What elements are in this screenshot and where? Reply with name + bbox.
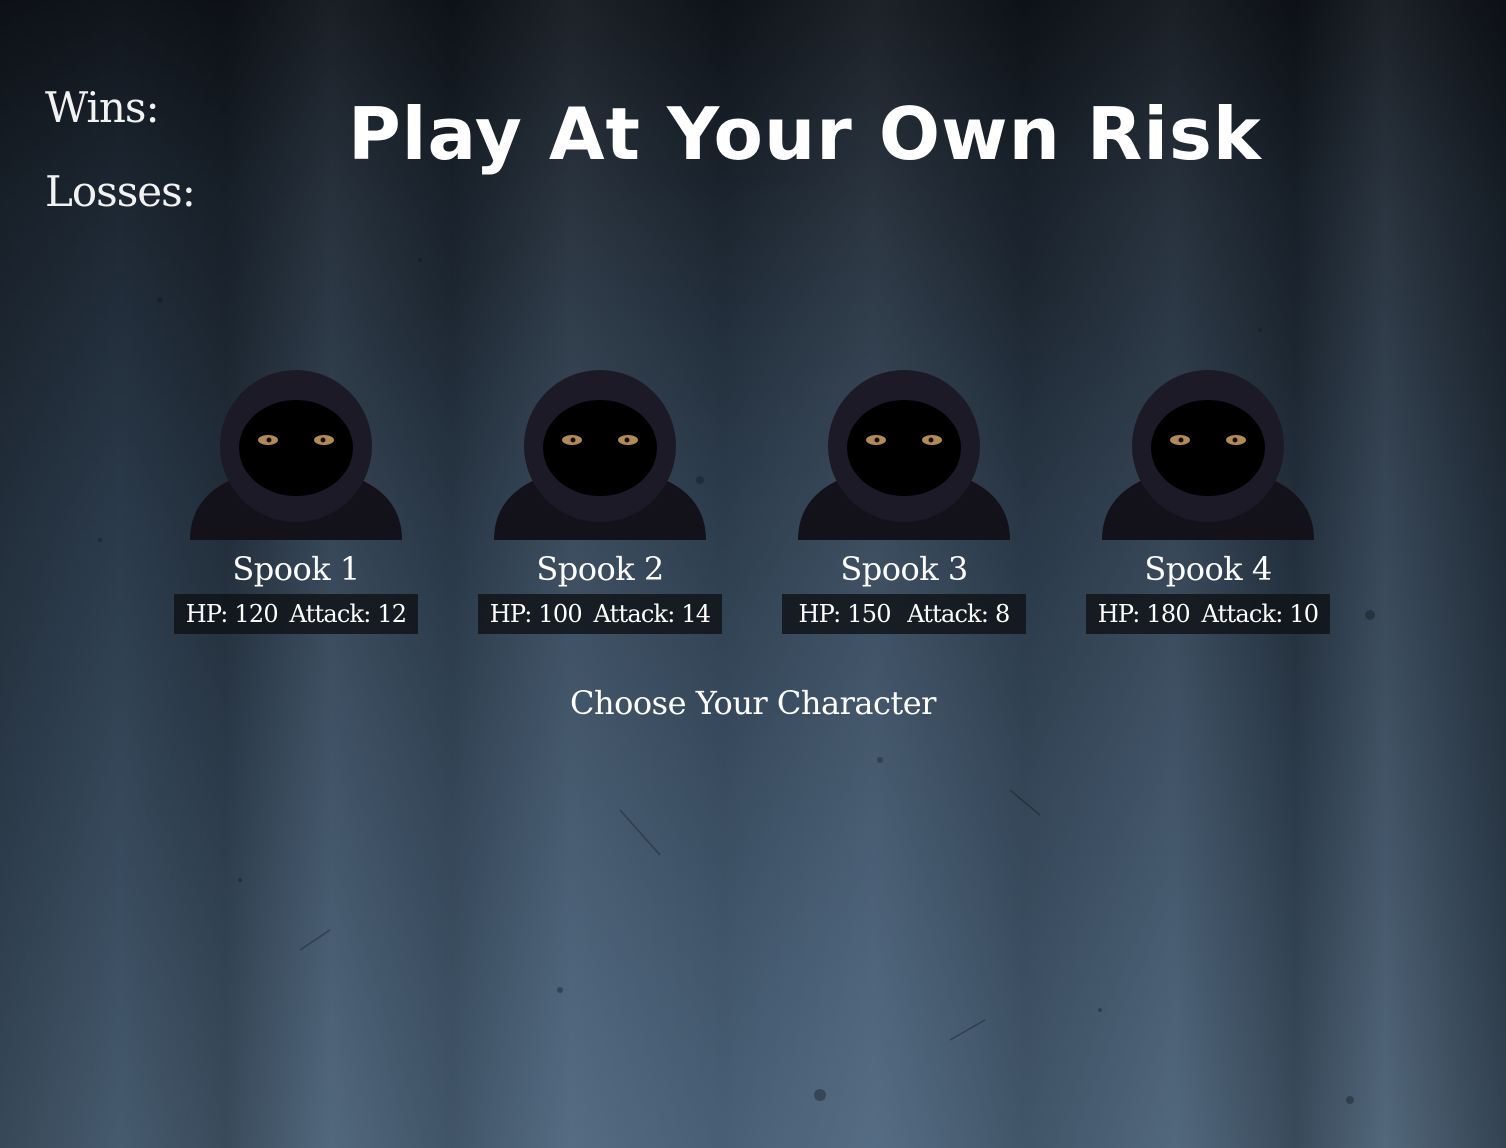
character-hp: HP: 180: [1097, 600, 1191, 628]
character-attack: Attack: 8: [907, 600, 1010, 628]
scoreboard: Wins: Losses:: [45, 66, 196, 234]
hooded-figure-icon: [190, 370, 402, 540]
character-hp: HP: 100: [489, 600, 583, 628]
wins-label: Wins:: [45, 83, 160, 132]
character-name: Spook 4: [1144, 550, 1272, 588]
character-roster: Spook 1 HP: 120 Attack: 12 Spook 2 HP: 1…: [174, 368, 1330, 638]
character-attack: Attack: 10: [1201, 600, 1320, 628]
character-stats: HP: 100 Attack: 14: [478, 594, 722, 634]
character-stats: HP: 120 Attack: 12: [174, 594, 418, 634]
character-hp: HP: 150: [798, 600, 892, 628]
hooded-figure-icon: [798, 370, 1010, 540]
character-hp: HP: 120: [185, 600, 279, 628]
character-stats: HP: 180 Attack: 10: [1086, 594, 1330, 634]
losses-label: Losses:: [45, 167, 196, 216]
character-card-spook-2[interactable]: Spook 2 HP: 100 Attack: 14: [478, 368, 722, 634]
character-card-spook-4[interactable]: Spook 4 HP: 180 Attack: 10: [1086, 368, 1330, 634]
character-name: Spook 3: [840, 550, 968, 588]
character-attack: Attack: 14: [593, 600, 712, 628]
page-title: Play At Your Own Risk: [348, 92, 1262, 176]
hooded-figure-icon: [1102, 370, 1314, 540]
character-stats: HP: 150 Attack: 8: [782, 594, 1026, 634]
hooded-figure-icon: [494, 370, 706, 540]
character-card-spook-3[interactable]: Spook 3 HP: 150 Attack: 8: [782, 368, 1026, 634]
character-name: Spook 2: [536, 550, 664, 588]
character-name: Spook 1: [232, 550, 360, 588]
choose-character-prompt: Choose Your Character: [570, 684, 936, 722]
character-attack: Attack: 12: [289, 600, 408, 628]
character-card-spook-1[interactable]: Spook 1 HP: 120 Attack: 12: [174, 368, 418, 634]
